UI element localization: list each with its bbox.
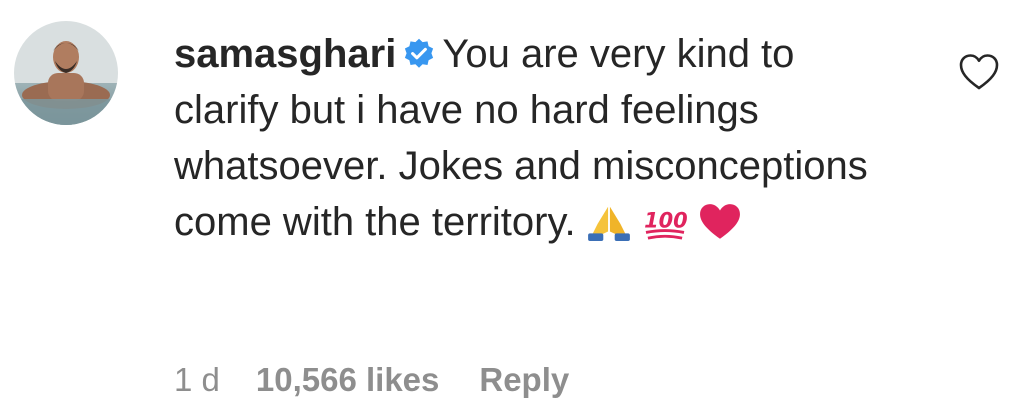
hundred-points-icon: 100 — [644, 209, 688, 240]
svg-text:100: 100 — [644, 209, 688, 233]
avatar-image — [14, 21, 118, 125]
folded-hands-icon — [587, 206, 630, 241]
reply-button[interactable]: Reply — [479, 358, 569, 402]
username-link[interactable]: samasghari — [174, 32, 396, 76]
red-heart-icon — [700, 204, 740, 239]
comment-meta: 1 d 10,566 likes Reply — [174, 358, 569, 402]
heart-outline-icon[interactable] — [958, 52, 1000, 92]
comment-timestamp[interactable]: 1 d — [174, 358, 220, 402]
comment: samasghari You are very kind to clarify b… — [0, 0, 1024, 419]
comment-body: samasghari You are very kind to clarify b… — [174, 26, 904, 250]
verified-badge-icon — [405, 38, 434, 68]
likes-count-button[interactable]: 10,566 likes — [256, 358, 440, 402]
avatar[interactable] — [14, 21, 118, 125]
